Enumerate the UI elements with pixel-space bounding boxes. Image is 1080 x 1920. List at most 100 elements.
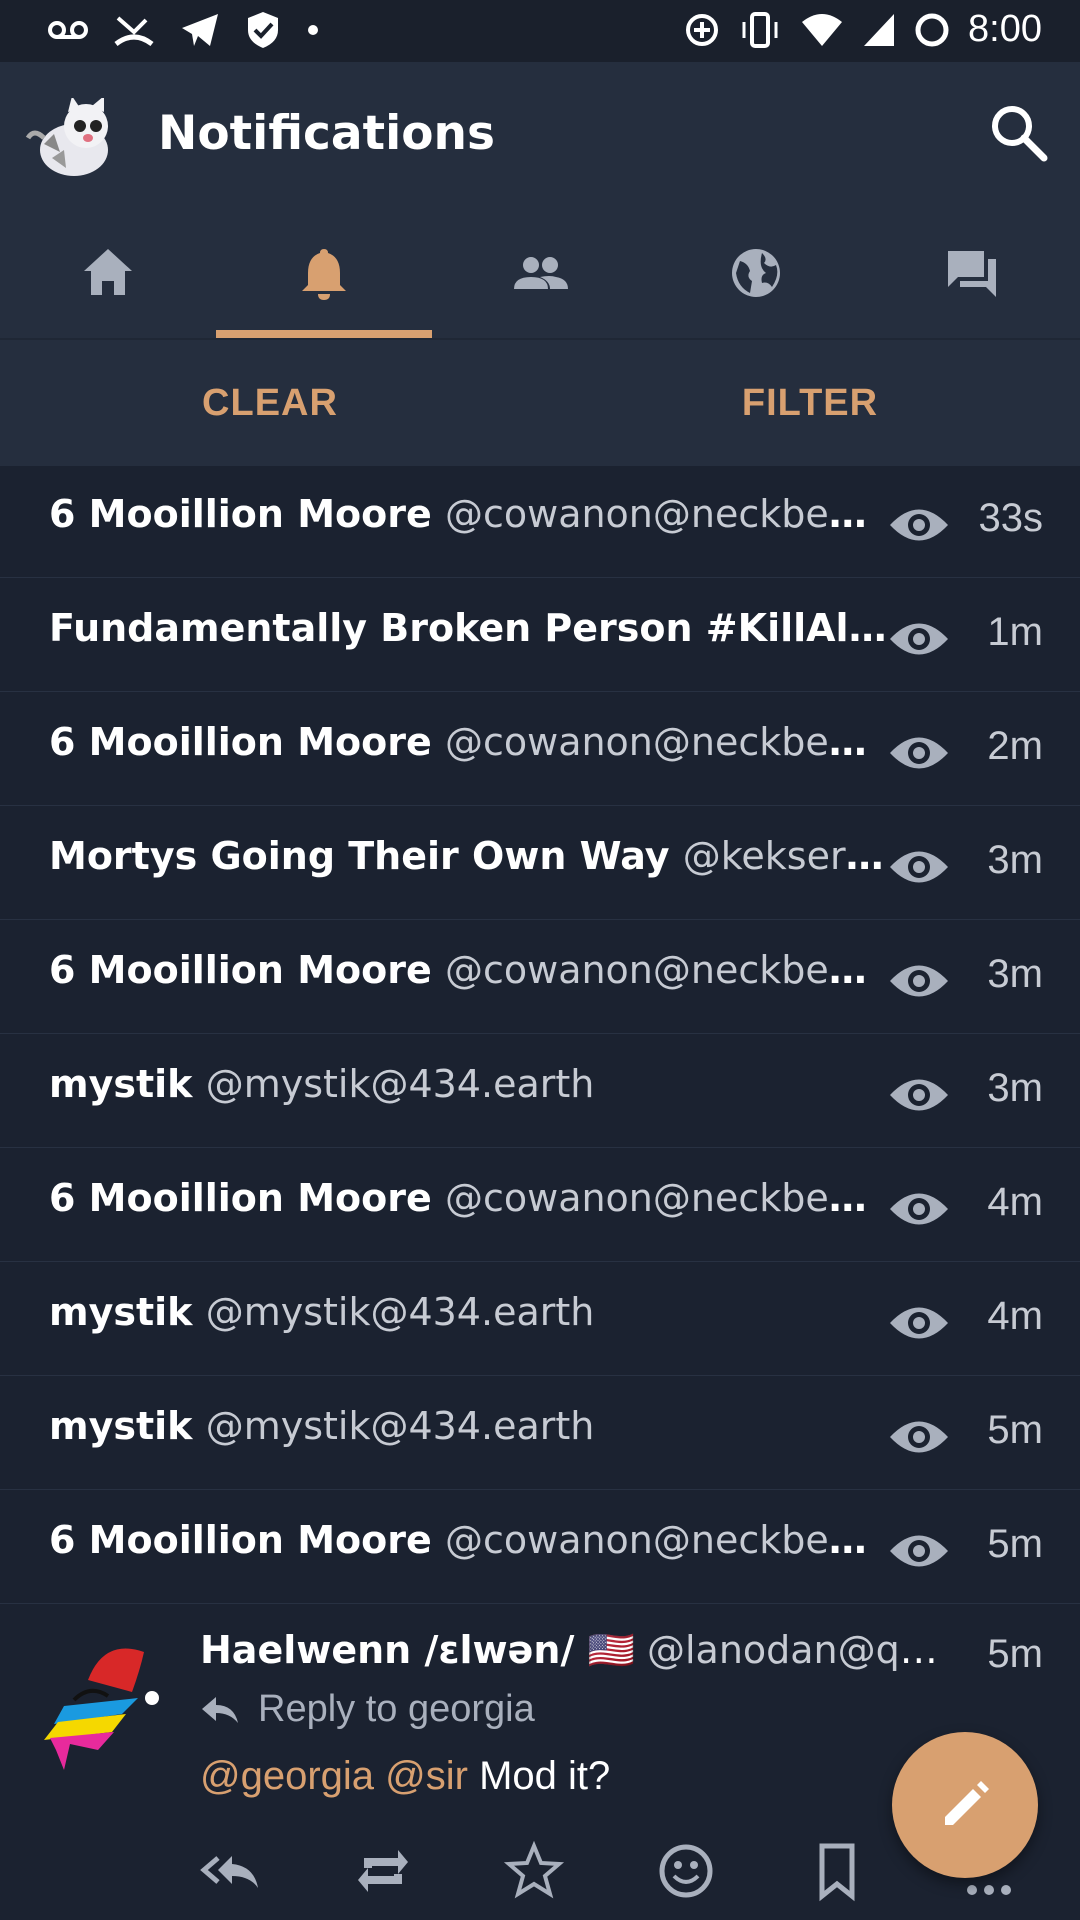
account-name[interactable]: 6 Mooillion Moore [49, 948, 432, 992]
notification-time: 5m [987, 1408, 1043, 1452]
account-handle[interactable]: @cowanon@neckbear… [445, 720, 889, 764]
notification-text: mystik @mystik@434.earth [49, 1290, 889, 1334]
notification-text: 6 Mooillion Moore @cowanon@neckbear… [49, 1518, 889, 1562]
account-name[interactable]: mystik [49, 1290, 192, 1334]
eye-icon[interactable] [888, 616, 950, 662]
telegram-icon [182, 14, 218, 46]
eye-icon[interactable] [888, 1528, 950, 1574]
mention-link[interactable]: @sir [385, 1754, 468, 1798]
notification-text: 6 Mooillion Moore @cowanon@neckbear… [49, 492, 889, 536]
wifi-icon [802, 13, 843, 46]
clear-button[interactable]: CLEAR [0, 340, 540, 466]
account-name[interactable]: Fundamentally Broken Person #KillAll… [49, 606, 889, 650]
eye-icon[interactable] [888, 730, 950, 776]
clock-time: 8:00 [968, 8, 1042, 50]
status-bar: 8:00 [0, 0, 1080, 62]
account-handle[interactable]: @cowanon@neckbear… [445, 948, 889, 992]
tab-home[interactable] [0, 208, 216, 338]
account-name[interactable]: 6 Mooillion Moore [49, 1518, 432, 1562]
notification-time: 4m [987, 1294, 1043, 1338]
status-author-handle[interactable]: @lanodan@qu… [647, 1628, 940, 1672]
notification-time: 4m [987, 1180, 1043, 1224]
eye-icon[interactable] [888, 844, 950, 890]
tab-public[interactable] [648, 208, 864, 338]
bookmark-icon[interactable] [806, 1840, 868, 1902]
status-text: Mod it? [479, 1754, 611, 1798]
tab-bar [0, 208, 1080, 338]
notification-row[interactable]: 6 Mooillion Moore @cowanon@neckbear… 33s [0, 464, 1080, 578]
notification-text: mystik @mystik@434.earth [49, 1404, 889, 1448]
account-handle[interactable]: @kekserva… [683, 834, 889, 878]
mention-link[interactable]: @georgia [200, 1754, 374, 1798]
account-handle[interactable]: @cowanon@neckbear… [445, 1518, 889, 1562]
app-bar: Notifications [0, 62, 1080, 208]
reply-to-label: Reply to georgia [258, 1688, 535, 1730]
notification-text: 6 Mooillion Moore @cowanon@neckbear… [49, 1176, 889, 1220]
account-name[interactable]: 6 Mooillion Moore [49, 492, 432, 536]
account-name[interactable]: mystik [49, 1062, 192, 1106]
tab-people[interactable] [432, 208, 648, 338]
notification-time: 3m [987, 952, 1043, 996]
filter-button[interactable]: FILTER [540, 340, 1080, 466]
bell-icon [302, 249, 346, 300]
star-icon[interactable] [503, 1840, 565, 1902]
notification-row[interactable]: 6 Mooillion Moore @cowanon@neckbear… 3m [0, 920, 1080, 1034]
pencil-icon [945, 1781, 989, 1825]
notification-row[interactable]: Fundamentally Broken Person #KillAll… 1m [0, 578, 1080, 692]
notification-row[interactable]: 6 Mooillion Moore @cowanon@neckbear… 5m [0, 1490, 1080, 1604]
eye-icon[interactable] [888, 1300, 950, 1346]
search-icon[interactable] [986, 100, 1050, 164]
notification-row[interactable]: mystik @mystik@434.earth 5m [0, 1376, 1080, 1490]
status-avatar[interactable] [34, 1640, 164, 1770]
notification-row[interactable]: 6 Mooillion Moore @cowanon@neckbear… 2m [0, 692, 1080, 806]
page-title: Notifications [158, 106, 495, 161]
notification-time: 3m [987, 838, 1043, 882]
emoji-react-icon[interactable] [655, 1840, 717, 1902]
notification-list: 6 Mooillion Moore @cowanon@neckbear… 33s F… [0, 464, 1080, 1604]
vibrate-icon [742, 11, 778, 48]
notification-text: mystik @mystik@434.earth [49, 1062, 889, 1106]
account-name[interactable]: 6 Mooillion Moore [49, 720, 432, 764]
account-name[interactable]: Mortys Going Their Own Way [49, 834, 670, 878]
eye-icon[interactable] [888, 1072, 950, 1118]
notification-row[interactable]: Mortys Going Their Own Way @kekserva… 3m [0, 806, 1080, 920]
shield-check-icon [248, 12, 278, 48]
eye-icon[interactable] [888, 958, 950, 1004]
reply-arrow-icon [202, 1696, 238, 1723]
notification-row[interactable]: mystik @mystik@434.earth 3m [0, 1034, 1080, 1148]
boost-icon[interactable] [352, 1840, 414, 1902]
chat-icon [948, 251, 996, 297]
status-author-name[interactable]: Haelwenn /ɛlwən/ 🇺🇸 [200, 1628, 635, 1672]
notification-time: 2m [987, 724, 1043, 768]
account-name[interactable]: mystik [49, 1404, 192, 1448]
notification-row[interactable]: 6 Mooillion Moore @cowanon@neckbear… 4m [0, 1148, 1080, 1262]
reply-all-icon[interactable] [200, 1840, 262, 1902]
notification-text: Fundamentally Broken Person #KillAll… [49, 606, 889, 650]
notification-text: Mortys Going Their Own Way @kekserva… [49, 834, 889, 878]
account-handle[interactable]: @cowanon@neckbear… [445, 492, 889, 536]
account-handle[interactable]: @mystik@434.earth [206, 1290, 595, 1334]
account-handle[interactable]: @cowanon@neckbear… [445, 1176, 889, 1220]
tab-conversations[interactable] [864, 208, 1080, 338]
account-handle[interactable]: @mystik@434.earth [206, 1404, 595, 1448]
eye-icon[interactable] [888, 1414, 950, 1460]
notification-text: 6 Mooillion Moore @cowanon@neckbear… [49, 948, 889, 992]
data-saver-icon [686, 13, 719, 46]
eye-icon[interactable] [888, 502, 950, 548]
reply-info[interactable]: Reply to georgia [200, 1688, 535, 1731]
status-action-bar [200, 1840, 1020, 1902]
notification-actions: CLEAR FILTER [0, 338, 1080, 466]
eye-icon[interactable] [888, 1186, 950, 1232]
tab-notifications[interactable] [216, 208, 432, 338]
notification-text: 6 Mooillion Moore @cowanon@neckbear… [49, 720, 889, 764]
status-time: 5m [987, 1632, 1043, 1676]
status-content: @georgia @sir Mod it? [200, 1754, 610, 1799]
compose-button[interactable] [892, 1732, 1038, 1878]
people-icon [514, 257, 568, 289]
battery-icon [915, 13, 949, 46]
notification-time: 3m [987, 1066, 1043, 1110]
account-handle[interactable]: @mystik@434.earth [206, 1062, 595, 1106]
notification-row[interactable]: mystik @mystik@434.earth 4m [0, 1262, 1080, 1376]
account-name[interactable]: 6 Mooillion Moore [49, 1176, 432, 1220]
user-avatar[interactable] [24, 98, 124, 182]
